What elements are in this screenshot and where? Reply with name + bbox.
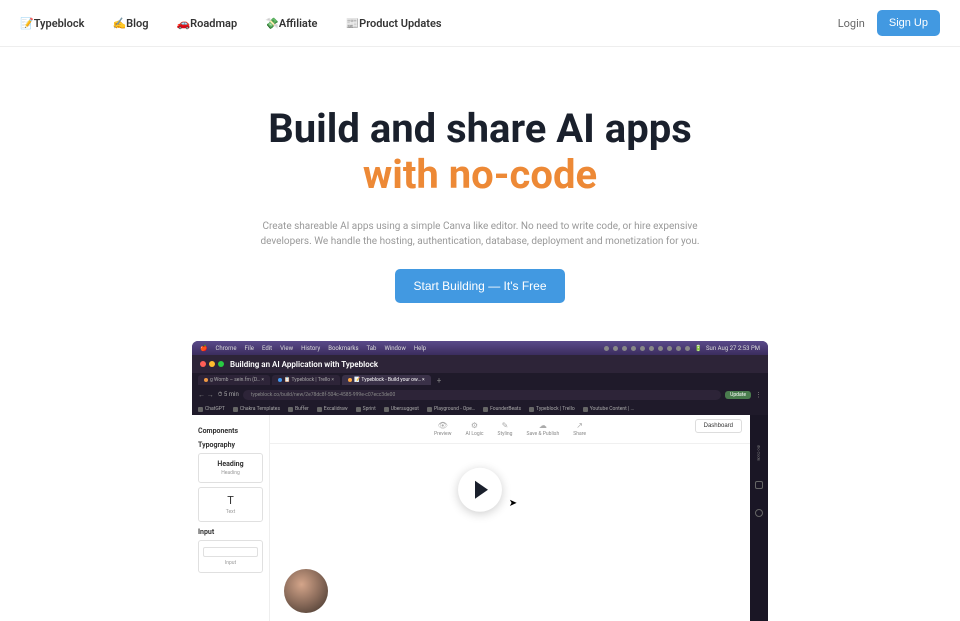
share-icon: ↗ bbox=[573, 421, 586, 430]
login-link[interactable]: Login bbox=[838, 17, 865, 30]
cloud-icon: ☁ bbox=[526, 421, 559, 430]
bookmark-item: FounderBeats bbox=[483, 406, 521, 412]
nav-blog[interactable]: ✍️Blog bbox=[112, 17, 148, 30]
traffic-lights bbox=[200, 361, 224, 367]
bookmark-item: Excalidraw bbox=[317, 406, 348, 412]
demo-video[interactable]: 🍎 Chrome File Edit View History Bookmark… bbox=[192, 341, 768, 621]
bookmark-item: Chakra Templates bbox=[233, 406, 280, 412]
nav-affiliate[interactable]: 💸Affiliate bbox=[265, 17, 317, 30]
vscode-rail: dio Code bbox=[750, 415, 768, 621]
bookmark-item: ChatGPT bbox=[198, 406, 225, 412]
hero-subtitle: with no-code bbox=[20, 153, 940, 197]
bookmark-item: Ubersuggest bbox=[384, 406, 419, 412]
cursor-icon: ➤ bbox=[509, 498, 517, 509]
browser-url-bar: ← → ⏱ 5 min typeblock.co/build/new/2e78d… bbox=[192, 387, 768, 403]
nav-left: 📝Typeblock ✍️Blog 🚗Roadmap 💸Affiliate 📰P… bbox=[20, 17, 442, 30]
nav-product-updates[interactable]: 📰Product Updates bbox=[345, 17, 441, 30]
bookmark-item: Sprint bbox=[356, 406, 376, 412]
mac-menus: 🍎 Chrome File Edit View History Bookmark… bbox=[200, 345, 426, 352]
bookmark-item: Playground - Ope… bbox=[427, 406, 475, 412]
toolbar-share: ↗Share bbox=[573, 421, 586, 437]
update-badge: Update bbox=[725, 391, 751, 399]
window-title-bar: Building an AI Application with Typebloc… bbox=[192, 355, 768, 373]
component-heading: Heading Heading bbox=[198, 453, 263, 483]
url-field: typeblock.co/build/new/2e78dc8f-504c-458… bbox=[243, 390, 721, 400]
toolbar-ai-logic: ⚙AI Logic bbox=[465, 421, 483, 437]
rail-icon bbox=[755, 481, 763, 489]
gear-icon bbox=[755, 509, 763, 517]
minimize-icon bbox=[209, 361, 215, 367]
bookmark-item: Youtube Content | … bbox=[583, 406, 634, 412]
component-text: T Text bbox=[198, 487, 263, 522]
browser-tab: 📋 Typeblock | Trello × bbox=[272, 375, 340, 385]
presenter-avatar bbox=[284, 569, 328, 613]
editor-canvas: 👁Preview ⚙AI Logic ✎Styling ☁Save & Publ… bbox=[270, 415, 750, 621]
mac-menu-bar: 🍎 Chrome File Edit View History Bookmark… bbox=[192, 341, 768, 355]
sidebar-section-typography: Typography bbox=[198, 441, 263, 449]
dashboard-button: Dashboard bbox=[695, 419, 742, 433]
hero-title: Build and share AI apps bbox=[20, 107, 940, 151]
close-icon bbox=[200, 361, 206, 367]
site-header: 📝Typeblock ✍️Blog 🚗Roadmap 💸Affiliate 📰P… bbox=[0, 0, 960, 47]
editor-toolbar: 👁Preview ⚙AI Logic ✎Styling ☁Save & Publ… bbox=[270, 415, 750, 444]
bookmark-item: Buffer bbox=[288, 406, 309, 412]
nav-right: Login Sign Up bbox=[838, 10, 940, 36]
play-button[interactable] bbox=[458, 468, 502, 512]
signup-button[interactable]: Sign Up bbox=[877, 10, 940, 36]
toolbar-save: ☁Save & Publish bbox=[526, 421, 559, 437]
pencil-icon: ✎ bbox=[498, 421, 513, 430]
gear-icon: ⚙ bbox=[465, 421, 483, 430]
toolbar-preview: 👁Preview bbox=[434, 421, 451, 437]
sidebar-section-input: Input bbox=[198, 528, 263, 536]
play-icon bbox=[475, 481, 488, 499]
start-building-button[interactable]: Start Building — It's Free bbox=[395, 269, 564, 303]
eye-icon: 👁 bbox=[434, 421, 451, 430]
maximize-icon bbox=[218, 361, 224, 367]
mac-status: 🔋 Sun Aug 27 2:53 PM bbox=[604, 345, 760, 352]
text-icon: T bbox=[203, 494, 258, 507]
window-title: Building an AI Application with Typebloc… bbox=[230, 360, 760, 369]
nav-roadmap[interactable]: 🚗Roadmap bbox=[176, 17, 237, 30]
bookmark-item: Typeblock | Trello bbox=[529, 406, 575, 412]
toolbar-styling: ✎Styling bbox=[498, 421, 513, 437]
component-input: Input bbox=[198, 540, 263, 573]
browser-tabs: g Womb – sein.fm (D… × 📋 Typeblock | Tre… bbox=[192, 373, 768, 387]
browser-tab: g Womb – sein.fm (D… × bbox=[198, 375, 270, 385]
logo[interactable]: 📝Typeblock bbox=[20, 17, 84, 30]
editor-sidebar: Components Typography Heading Heading T … bbox=[192, 415, 270, 621]
timer-badge: ⏱ 5 min bbox=[218, 391, 239, 399]
hero-section: Build and share AI apps with no-code Cre… bbox=[0, 47, 960, 323]
hero-description: Create shareable AI apps using a simple … bbox=[240, 219, 720, 249]
browser-tab-active: 📝 Typeblock - Build your ow… × bbox=[342, 375, 431, 385]
app-editor: Components Typography Heading Heading T … bbox=[192, 415, 768, 621]
bookmarks-bar: ChatGPT Chakra Templates Buffer Excalidr… bbox=[192, 403, 768, 415]
sidebar-section-components: Components bbox=[198, 427, 263, 435]
